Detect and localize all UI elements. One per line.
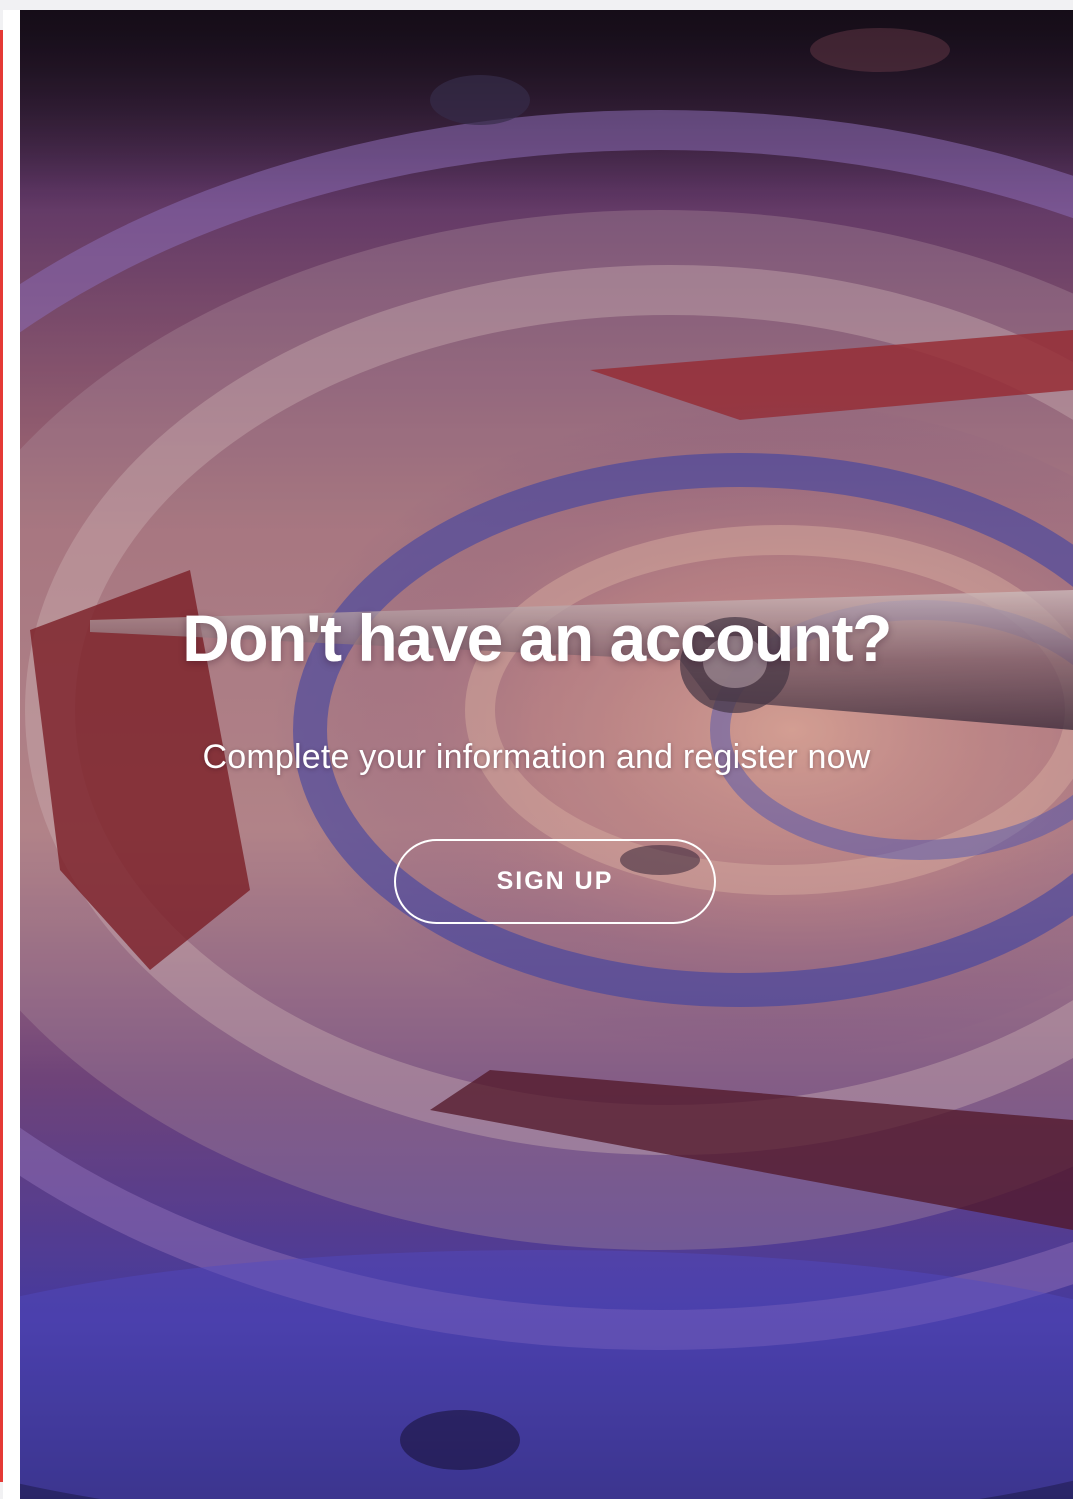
promo-content: Don't have an account? Complete your inf… <box>20 10 1073 1499</box>
signup-promo-panel: Don't have an account? Complete your inf… <box>20 10 1073 1499</box>
promo-subtitle: Complete your information and register n… <box>202 738 871 776</box>
left-gutter <box>3 10 20 1499</box>
register-promo-page: Don't have an account? Complete your inf… <box>0 0 1073 1499</box>
promo-headline: Don't have an account? <box>182 601 892 675</box>
sign-up-button[interactable]: SIGN UP <box>394 839 716 924</box>
